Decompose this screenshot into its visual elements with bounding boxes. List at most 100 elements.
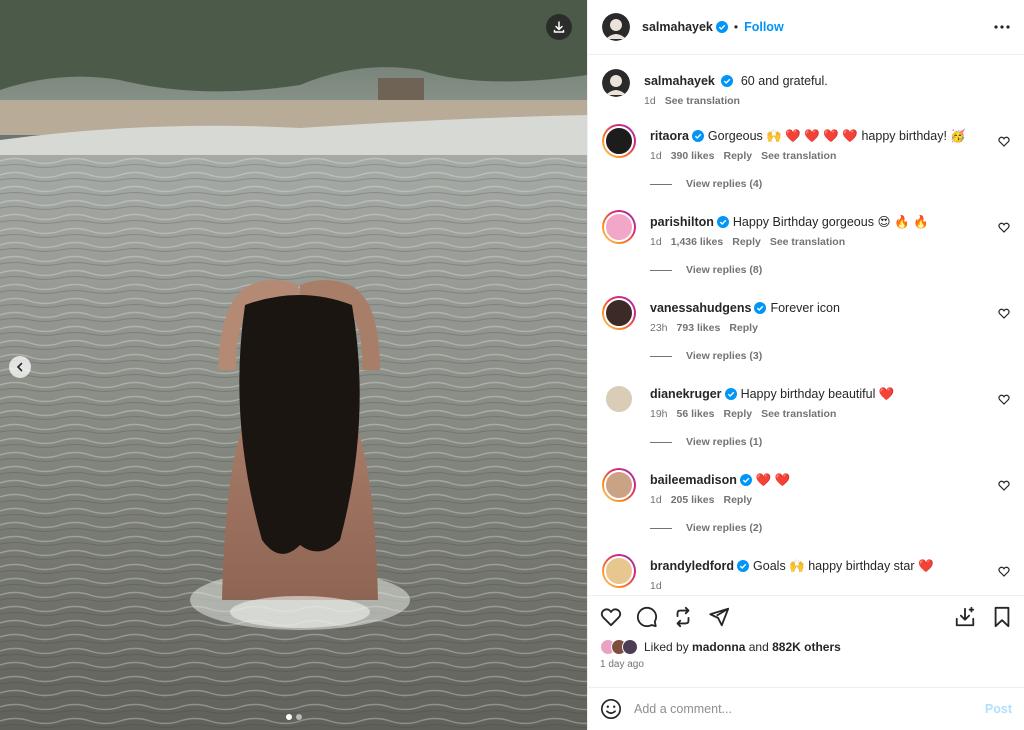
view-replies-button[interactable]: View replies (4)	[650, 178, 1010, 190]
caption-avatar[interactable]	[602, 69, 630, 97]
carousel-prev-button[interactable]	[9, 356, 31, 378]
separator-dot: •	[733, 20, 739, 34]
comment-likes[interactable]: 793 likes	[677, 322, 721, 334]
comment-username[interactable]: brandyledford	[650, 559, 734, 573]
comment-like-button[interactable]	[998, 566, 1010, 580]
comment-avatar[interactable]	[602, 382, 636, 416]
comment-item: vanessahudgens Forever icon 23h 793 likes Re…	[602, 296, 1010, 365]
comment-likes[interactable]: 205 likes	[671, 494, 715, 506]
comment-username[interactable]: baileemadison	[650, 473, 737, 487]
emoji-icon[interactable]	[600, 698, 622, 720]
heart-icon	[998, 222, 1010, 233]
comment-item: baileemadison ❤️ ❤️ 1d 205 likes Reply View r…	[602, 468, 1010, 537]
view-replies-label: View replies (3)	[686, 350, 763, 362]
comment-item: parishilton Happy Birthday gorgeous 😍 🔥 🔥…	[602, 210, 1010, 279]
view-replies-label: View replies (4)	[686, 178, 763, 190]
comment-like-button[interactable]	[998, 480, 1010, 494]
heart-icon[interactable]	[600, 607, 622, 627]
verified-badge-icon	[754, 302, 767, 314]
post-dialog: salmahayek • Follow salmahayek 60 and gr…	[0, 0, 1024, 730]
chevron-left-icon	[16, 362, 23, 372]
comment-likes[interactable]: 390 likes	[671, 150, 715, 162]
comment-time[interactable]: 23h	[650, 322, 668, 334]
caption-text: 60 and grateful.	[740, 74, 828, 88]
comment-composer: Post	[588, 687, 1024, 730]
comment-time[interactable]: 1d	[650, 150, 662, 162]
see-translation-link[interactable]: See translation	[665, 95, 740, 107]
caption-time[interactable]: 1d	[644, 95, 656, 107]
author-username[interactable]: salmahayek	[642, 20, 713, 34]
view-replies-button[interactable]: View replies (2)	[650, 522, 1010, 534]
comment-time[interactable]: 1d	[650, 494, 662, 506]
comment-avatar[interactable]	[602, 554, 636, 588]
view-replies-button[interactable]: View replies (8)	[650, 264, 1010, 276]
heart-icon	[998, 308, 1010, 319]
comment-like-button[interactable]	[998, 308, 1010, 322]
post-media[interactable]	[0, 0, 587, 730]
bookmark-icon[interactable]	[992, 606, 1012, 628]
liked-by-user[interactable]: madonna	[692, 640, 745, 654]
post-caption: salmahayek 60 and grateful. 1d See trans…	[602, 69, 1010, 107]
verified-badge-icon	[737, 560, 750, 572]
comment-avatar[interactable]	[602, 124, 636, 158]
reply-button[interactable]: Reply	[723, 408, 752, 420]
liked-by-others[interactable]: 882K others	[772, 640, 841, 654]
post-time-ago[interactable]: 1 day ago	[600, 659, 1012, 670]
heart-icon	[998, 566, 1010, 577]
carousel-dot	[295, 714, 302, 720]
replies-line	[650, 441, 672, 443]
comment-text: Happy birthday beautiful ❤️	[740, 387, 895, 401]
post-comment-button[interactable]: Post	[985, 702, 1012, 716]
comment-icon[interactable]	[636, 606, 658, 628]
likes-summary[interactable]: Liked by madonna and 882K others	[600, 639, 1012, 655]
comment-time[interactable]: 19h	[650, 408, 668, 420]
share-icon[interactable]	[708, 606, 730, 628]
repost-icon[interactable]	[672, 606, 694, 628]
replies-line	[650, 269, 672, 271]
comment-likes[interactable]: 56 likes	[677, 408, 715, 420]
view-replies-button[interactable]: View replies (1)	[650, 436, 1010, 448]
reply-button[interactable]: Reply	[723, 150, 752, 162]
view-replies-label: View replies (1)	[686, 436, 763, 448]
comment-likes[interactable]: 1,436 likes	[671, 236, 724, 248]
verified-badge-icon	[691, 130, 704, 142]
download-button[interactable]	[546, 14, 572, 40]
add-to-collection-icon[interactable]	[954, 606, 976, 628]
carousel-dot	[285, 714, 292, 720]
liker-avatar	[622, 639, 638, 655]
comment-avatar[interactable]	[602, 210, 636, 244]
comment-username[interactable]: dianekruger	[650, 387, 722, 401]
comment-username[interactable]: vanessahudgens	[650, 301, 751, 315]
reply-button[interactable]: Reply	[729, 322, 758, 334]
comments-section[interactable]: salmahayek 60 and grateful. 1d See trans…	[588, 55, 1024, 595]
comment-username[interactable]: ritaora	[650, 129, 689, 143]
view-replies-button[interactable]: View replies (3)	[650, 350, 1010, 362]
comment-like-button[interactable]	[998, 394, 1010, 408]
see-translation-link[interactable]: See translation	[770, 236, 845, 248]
comment-text: Gorgeous 🙌 ❤️ ❤️ ❤️ ❤️ happy birthday! 🥳	[707, 129, 966, 143]
comment-time[interactable]: 1d	[650, 580, 662, 592]
verified-badge-icon	[721, 75, 734, 87]
caption-username[interactable]: salmahayek	[644, 74, 715, 88]
post-actions: Liked by madonna and 882K others 1 day a…	[588, 595, 1024, 687]
verified-badge-icon	[716, 216, 729, 228]
author-avatar[interactable]	[602, 13, 630, 41]
see-translation-link[interactable]: See translation	[761, 150, 836, 162]
see-translation-link[interactable]: See translation	[761, 408, 836, 420]
comment-avatar[interactable]	[602, 296, 636, 330]
comment-input[interactable]	[634, 702, 985, 716]
reply-button[interactable]: Reply	[732, 236, 761, 248]
comment-like-button[interactable]	[998, 222, 1010, 236]
more-horizontal-icon	[994, 25, 1010, 29]
follow-button[interactable]: Follow	[744, 20, 784, 34]
comment-like-button[interactable]	[998, 136, 1010, 150]
comment-text: Forever icon	[770, 301, 840, 315]
carousel-indicator	[0, 714, 587, 720]
comment-time[interactable]: 1d	[650, 236, 662, 248]
comment-username[interactable]: parishilton	[650, 215, 714, 229]
verified-badge-icon	[724, 388, 737, 400]
comment-avatar[interactable]	[602, 468, 636, 502]
more-options-button[interactable]	[994, 25, 1010, 29]
reply-button[interactable]: Reply	[723, 494, 752, 506]
post-side-panel: salmahayek • Follow salmahayek 60 and gr…	[587, 0, 1024, 730]
